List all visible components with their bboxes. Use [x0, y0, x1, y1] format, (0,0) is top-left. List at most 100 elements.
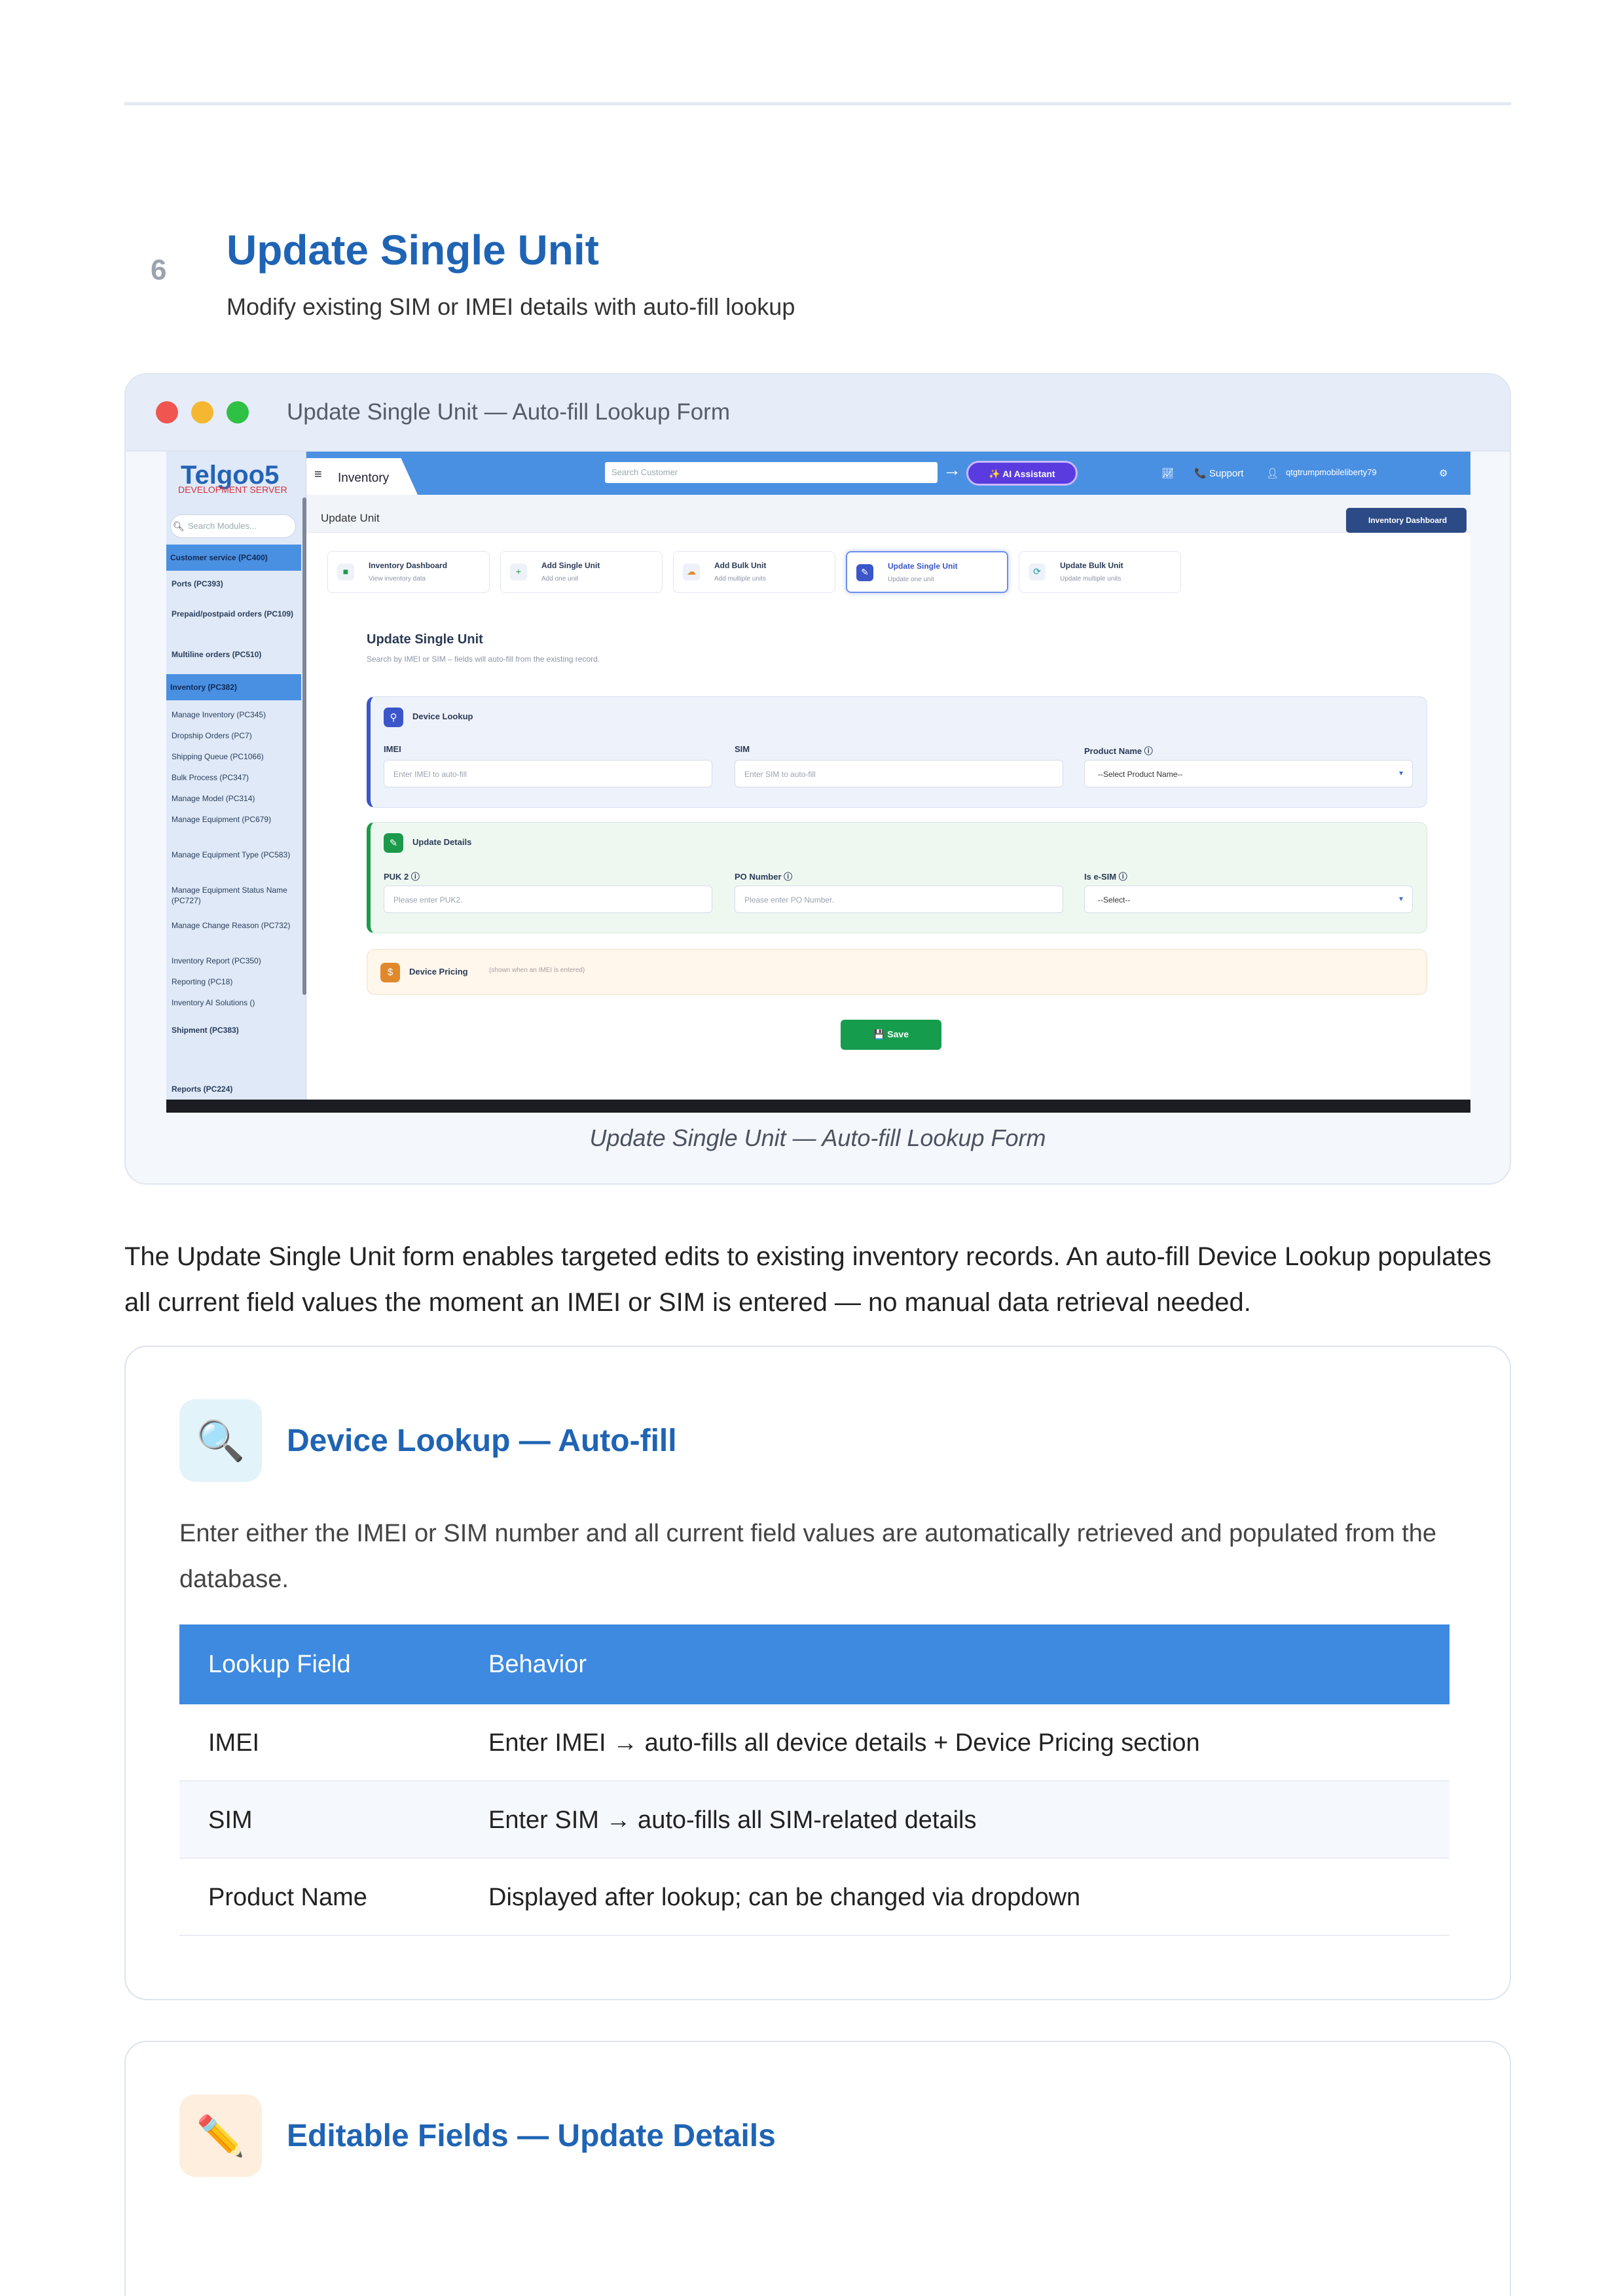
tab-update-bulk-unit[interactable]: ⟳ Update Bulk Unit Update multiple units	[1019, 551, 1181, 593]
window-title-bar: Update Single Unit — Auto-fill Lookup Fo…	[126, 374, 1510, 452]
sidebar-item[interactable]: Reports (PC224)	[172, 1084, 300, 1094]
form-subtitle: Search by IMEI or SIM – fields will auto…	[367, 655, 600, 664]
tab-inventory-label: Inventory	[338, 471, 390, 485]
table-cell: IMEI	[208, 1729, 260, 1757]
header-behavior: Behavior	[488, 1651, 587, 1678]
ai-assistant-button[interactable]: ✨ AI Assistant	[966, 461, 1078, 486]
sidebar-subitem[interactable]: Reporting (PC18)	[172, 977, 300, 987]
sidebar-item[interactable]: Shipment (PC383)	[172, 1025, 300, 1035]
breadcrumb: Update Unit	[321, 512, 380, 524]
sidebar-item[interactable]: Multiline orders (PC510)	[172, 649, 300, 660]
sidebar-item[interactable]: Ports (PC393)	[172, 579, 300, 589]
card-description: Enter either the IMEI or SIM number and …	[179, 1520, 1436, 1593]
sidebar-search-input[interactable]: Search Modules...	[170, 514, 296, 538]
add-icon: +	[510, 564, 527, 581]
product-name-value: --Select Product Name--	[1098, 770, 1183, 779]
po-number-label: PO Number ⓘ	[735, 872, 793, 882]
arrow-right-icon[interactable]: →	[943, 459, 961, 480]
customer-search-input[interactable]: Search Customer	[605, 462, 938, 483]
save-button[interactable]: 💾 Save	[841, 1020, 941, 1050]
imei-label: IMEI	[384, 744, 401, 754]
sidebar-subitem[interactable]: Manage Change Reason (PC732)	[172, 920, 300, 931]
chart-icon[interactable]: 📈︎	[1161, 467, 1174, 479]
edit-icon: ✎	[384, 833, 403, 853]
upload-icon: ☁	[683, 564, 700, 581]
minimize-dot-icon[interactable]	[191, 401, 213, 423]
search-icon: ⚲	[384, 708, 403, 727]
sidebar-subitem[interactable]: Inventory Report (PC350)	[172, 956, 300, 966]
sidebar-item[interactable]: Prepaid/postpaid orders (PC109)	[172, 609, 300, 619]
lookup-table: Lookup Field Behavior IMEI Enter IMEI → …	[179, 1624, 1450, 1936]
tab-add-bulk-unit[interactable]: ☁ Add Bulk Unit Add multiple units	[673, 551, 835, 593]
po-number-input[interactable]: Please enter PO Number.	[735, 886, 1063, 913]
device-lookup-card: 🔍 Device Lookup — Auto-fill Enter either…	[124, 1346, 1511, 2000]
sidebar-subitem[interactable]: Manage Equipment Type (PC583)	[172, 850, 300, 860]
maximize-dot-icon[interactable]	[227, 401, 249, 423]
sidebar-item-inventory[interactable]: Inventory (PC382)	[166, 674, 301, 700]
editable-fields-card: ✏️ Editable Fields — Update Details	[124, 2041, 1511, 2296]
close-dot-icon[interactable]	[156, 401, 178, 423]
table-cell: Displayed after lookup; can be changed v…	[488, 1884, 1081, 1911]
sim-input[interactable]: Enter SIM to auto-fill	[735, 760, 1063, 787]
is-esim-label: Is e-SIM ⓘ	[1084, 872, 1127, 882]
tab-subtitle: Add multiple units	[714, 575, 766, 583]
sidebar-subitem[interactable]: Manage Inventory (PC345)	[172, 709, 300, 720]
sidebar-subitem[interactable]: Manage Equipment (PC679)	[172, 814, 300, 825]
tab-subtitle: Update one unit	[888, 576, 934, 583]
figure-caption: Update Single Unit — Auto-fill Lookup Fo…	[589, 1124, 1046, 1151]
device-lookup-panel: ⚲ Device Lookup IMEI Enter IMEI to auto-…	[367, 696, 1427, 808]
is-esim-select[interactable]: --Select-- ▾	[1084, 886, 1413, 913]
puk2-input[interactable]: Please enter PUK2.	[384, 886, 712, 913]
table-row: IMEI Enter IMEI → auto-fills all device …	[179, 1704, 1450, 1782]
tab-add-single-unit[interactable]: + Add Single Unit Add one unit	[500, 551, 663, 593]
sidebar-item[interactable]: Customer service (PC400)	[166, 545, 301, 571]
sidebar-subitem[interactable]: Bulk Process (PC347)	[172, 772, 300, 783]
sidebar-subitem[interactable]: Manage Equipment Status Name (PC727)	[172, 885, 300, 906]
window-title: Update Single Unit — Auto-fill Lookup Fo…	[287, 399, 730, 425]
sidebar-subitem[interactable]: Shipping Queue (PC1066)	[172, 751, 300, 762]
edit-icon: ✎	[856, 564, 873, 581]
tab-update-single-unit[interactable]: ✎ Update Single Unit Update one unit	[846, 551, 1008, 593]
section-title: Update Single Unit	[227, 226, 599, 274]
panel-title: Update Details	[412, 837, 472, 847]
top-divider	[124, 102, 1511, 105]
tab-subtitle: View inventory data	[369, 575, 426, 583]
table-row: Product Name Displayed after lookup; can…	[179, 1859, 1450, 1936]
device-pricing-panel[interactable]: $ Device Pricing (shown when an IMEI is …	[367, 949, 1427, 995]
gear-icon[interactable]: ⚙	[1439, 467, 1448, 479]
tab-title: Add Single Unit	[541, 561, 600, 570]
user-icon[interactable]: 👤︎	[1266, 467, 1279, 479]
imei-input[interactable]: Enter IMEI to auto-fill	[384, 760, 712, 787]
chevron-down-icon: ▾	[1398, 894, 1403, 903]
support-link[interactable]: 📞 Support	[1194, 467, 1243, 479]
body-paragraph: The Update Single Unit form enables targ…	[124, 1242, 1491, 1317]
table-header: Lookup Field Behavior	[179, 1624, 1450, 1704]
tab-subtitle: Add one unit	[541, 575, 579, 583]
sidebar-subitem[interactable]: Dropship Orders (PC7)	[172, 730, 300, 741]
dashboard-icon: ■	[337, 564, 354, 581]
refresh-icon: ⟳	[1029, 564, 1046, 581]
sidebar-subitem[interactable]: Inventory AI Solutions ()	[172, 997, 300, 1008]
header-lookup-field: Lookup Field	[208, 1651, 351, 1678]
pencil-icon: ✏️	[179, 2094, 262, 2177]
pricing-note: (shown when an IMEI is entered)	[489, 967, 585, 974]
inventory-dashboard-button[interactable]: Inventory Dashboard	[1346, 508, 1467, 533]
tab-title: Update Bulk Unit	[1060, 561, 1123, 570]
tab-subtitle: Update multiple units	[1060, 575, 1122, 583]
tab-title: Update Single Unit	[888, 562, 958, 571]
section-number: 6	[151, 254, 167, 286]
sidebar-scrollbar[interactable]	[302, 497, 306, 995]
tab-inventory-dashboard[interactable]: ■ Inventory Dashboard View inventory dat…	[327, 551, 490, 593]
menu-icon[interactable]: ≡	[314, 467, 322, 482]
product-name-select[interactable]: --Select Product Name-- ▾	[1084, 760, 1413, 787]
sim-label: SIM	[735, 744, 750, 754]
update-details-panel: ✎ Update Details PUK 2 ⓘ Please enter PU…	[367, 822, 1427, 933]
user-name[interactable]: qtgtrumpmobileliberty79	[1286, 467, 1377, 477]
panel-title: Device Lookup	[412, 711, 473, 721]
table-cell: Enter SIM → auto-fills all SIM-related d…	[488, 1806, 977, 1834]
table-cell: Enter IMEI → auto-fills all device detai…	[488, 1729, 1200, 1757]
magnifier-icon: 🔍	[179, 1399, 262, 1482]
panel-title: Device Pricing	[409, 967, 468, 977]
card-title: Editable Fields — Update Details	[287, 2119, 776, 2153]
sidebar-subitem[interactable]: Manage Model (PC314)	[172, 793, 300, 804]
